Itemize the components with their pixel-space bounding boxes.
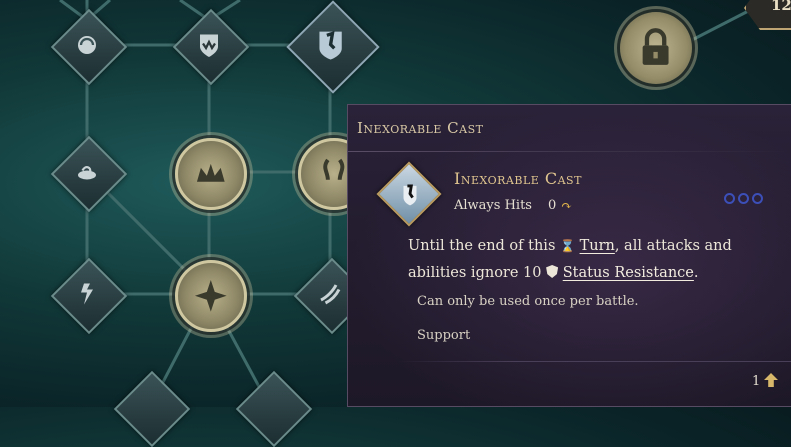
dot-icon	[738, 193, 749, 204]
dot-icon	[752, 193, 763, 204]
turn-keyword-link[interactable]: Turn	[580, 238, 615, 254]
skill-node-orb[interactable]	[50, 8, 128, 86]
orb-spiral-icon	[62, 20, 112, 70]
skill-node-partial-right[interactable]	[235, 370, 313, 447]
status-resistance-keyword-link[interactable]: Status Resistance	[563, 265, 694, 281]
usage-note: Can only be used once per battle.	[417, 294, 639, 309]
star-burst-icon	[178, 263, 244, 329]
tooltip-bottom-divider	[398, 361, 791, 362]
ability-tooltip: Inexorable Cast Inexorable Cast Always H…	[347, 104, 791, 407]
desc-text-1: Until the end of this	[408, 238, 556, 254]
skill-node-inexorable-cast[interactable]	[286, 0, 380, 94]
vortex-icon	[62, 147, 112, 197]
ability-description: Until the end of this ⌛ Turn, all attack…	[408, 233, 778, 287]
page-number: 1	[752, 374, 761, 389]
ability-cost: 0	[548, 198, 557, 213]
ability-tag: Support	[417, 328, 471, 343]
tooltip-header: Inexorable Cast	[357, 119, 484, 137]
inexorable-cast-icon	[300, 14, 362, 76]
skill-node-crown-shield[interactable]	[172, 8, 250, 86]
skill-node-partial-left[interactable]	[113, 370, 191, 447]
locked-skill-node[interactable]	[620, 12, 692, 84]
skill-node-crown[interactable]	[175, 138, 247, 210]
inexorable-cast-icon	[388, 173, 432, 217]
desc-end: .	[693, 265, 699, 281]
level-badge-number: 12	[771, 0, 791, 14]
refresh-arrow-icon: ↷	[561, 199, 572, 214]
shield-icon	[546, 265, 559, 278]
crown-shield-icon	[184, 20, 234, 70]
lightning-figure-icon	[62, 269, 112, 319]
skill-node-lightning-figure[interactable]	[50, 257, 128, 335]
ability-subtitle: Always Hits	[454, 198, 532, 213]
hourglass-icon: ⌛	[560, 239, 575, 253]
padlock-icon	[620, 12, 692, 84]
up-arrow-icon[interactable]	[764, 373, 778, 387]
ability-name: Inexorable Cast	[454, 169, 582, 188]
crown-icon	[178, 141, 244, 207]
more-options-button[interactable]	[724, 193, 763, 204]
skill-node-star-burst[interactable]	[175, 260, 247, 332]
dot-icon	[724, 193, 735, 204]
skill-node-vortex[interactable]	[50, 135, 128, 213]
tooltip-divider	[348, 151, 791, 152]
